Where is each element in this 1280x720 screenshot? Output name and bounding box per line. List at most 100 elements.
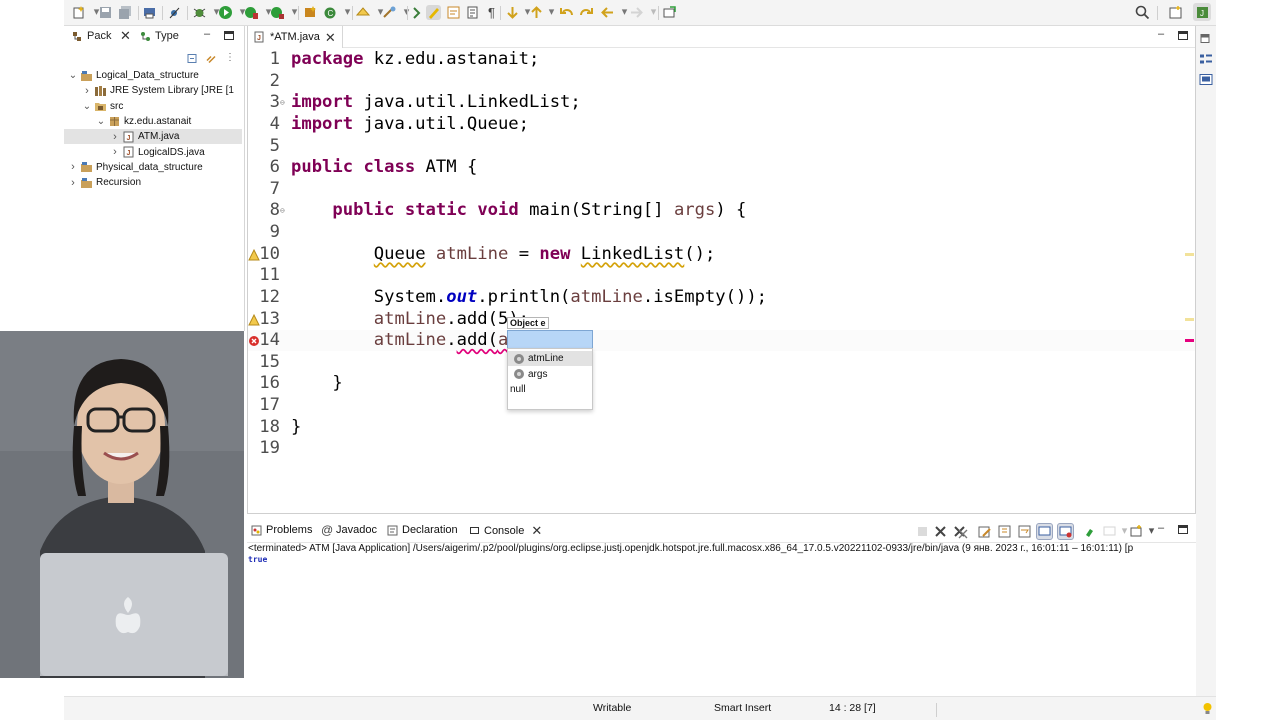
- tree-item[interactable]: ⌄ kz.edu.astanait: [64, 114, 242, 129]
- warning-icon[interactable]: [248, 313, 260, 326]
- coverage-icon[interactable]: [244, 5, 259, 20]
- word-wrap-icon[interactable]: [465, 5, 480, 20]
- forward-icon[interactable]: [629, 5, 644, 20]
- code-line[interactable]: 11: [248, 265, 1188, 286]
- code-line[interactable]: 14 atmLine.add(atmLine): [248, 330, 1188, 351]
- tip-lightbulb-icon[interactable]: [1200, 701, 1215, 716]
- new-java-package-icon[interactable]: [303, 5, 318, 20]
- next-annotation-icon[interactable]: [410, 5, 425, 20]
- maximize-icon[interactable]: [1178, 525, 1188, 534]
- chevron-right-icon[interactable]: ›: [82, 85, 92, 97]
- restore-icon[interactable]: [1199, 32, 1211, 44]
- code-line[interactable]: 4 import java.util.Queue;: [248, 114, 1188, 135]
- completion-item[interactable]: args: [508, 367, 592, 382]
- debug-icon[interactable]: [192, 5, 207, 20]
- code-line[interactable]: 9: [248, 222, 1188, 243]
- code-line[interactable]: 16 }: [248, 373, 1188, 394]
- code-line[interactable]: 6 public class ATM {: [248, 157, 1188, 178]
- chevron-right-icon[interactable]: ›: [68, 161, 78, 173]
- clear-console-icon[interactable]: [977, 524, 992, 539]
- tree-item[interactable]: ⌄ Logical_Data_structure: [64, 68, 242, 83]
- completion-item[interactable]: null: [508, 382, 592, 397]
- tree-item[interactable]: › Physical_data_structure: [64, 160, 242, 175]
- tree-item[interactable]: › J LogicalDS.java: [64, 145, 242, 160]
- close-icon[interactable]: ✕: [120, 29, 131, 42]
- collapse-all-icon[interactable]: [187, 52, 199, 64]
- external-tools-icon[interactable]: [270, 5, 285, 20]
- code-line[interactable]: 18}: [248, 417, 1188, 438]
- open-perspective-icon[interactable]: [1168, 5, 1183, 20]
- next-edit-icon[interactable]: [505, 5, 520, 20]
- console-output[interactable]: true: [248, 555, 267, 564]
- view-menu-icon[interactable]: ⋮: [225, 52, 235, 64]
- print-icon[interactable]: [142, 5, 157, 20]
- code-line[interactable]: 1 package kz.edu.astanait;: [248, 49, 1188, 70]
- terminate-icon[interactable]: [915, 524, 930, 539]
- save-all-icon[interactable]: [118, 5, 133, 20]
- chevron-right-icon[interactable]: ›: [110, 131, 120, 143]
- tab-console[interactable]: Console ✕: [469, 524, 542, 537]
- minimize-icon[interactable]: ‒: [1158, 29, 1168, 40]
- run-icon[interactable]: [218, 5, 233, 20]
- close-icon[interactable]: ✕: [325, 31, 336, 44]
- editor-tab-atm[interactable]: J *ATM.java ✕: [248, 26, 343, 48]
- overview-error-marker[interactable]: [1185, 339, 1194, 342]
- code-line[interactable]: 12 System.out.println(atmLine.isEmpty())…: [248, 287, 1188, 308]
- remove-all-terminated-icon[interactable]: [953, 524, 968, 539]
- skip-breakpoints-icon[interactable]: [167, 5, 182, 20]
- open-console-icon[interactable]: [1129, 524, 1144, 539]
- code-line[interactable]: 13 atmLine.add(5);: [248, 309, 1188, 330]
- tab-package-explorer[interactable]: Pack: [72, 30, 111, 42]
- tab-javadoc[interactable]: @ Javadoc: [321, 524, 377, 537]
- remove-launch-icon[interactable]: [933, 524, 948, 539]
- quick-access-search-icon[interactable]: [1135, 5, 1150, 20]
- overview-warning-marker[interactable]: [1185, 318, 1194, 321]
- chevron-down-icon[interactable]: ⌄: [68, 70, 78, 81]
- tree-item[interactable]: ⌄ src: [64, 99, 242, 114]
- chevron-right-icon[interactable]: ›: [110, 146, 120, 158]
- maximize-icon[interactable]: [1178, 31, 1188, 40]
- cursor-position-status[interactable]: 14 : 28 [7]: [829, 702, 876, 714]
- fold-toggle-icon[interactable]: ⊖: [280, 200, 285, 221]
- code-line[interactable]: 10 Queue atmLine = new LinkedList();: [248, 244, 1188, 265]
- back-icon[interactable]: [600, 5, 615, 20]
- completion-item[interactable]: atmLine: [508, 351, 592, 366]
- pin-console-icon[interactable]: [1082, 524, 1097, 539]
- search-icon[interactable]: [382, 5, 397, 20]
- task-list-icon[interactable]: [1199, 72, 1213, 86]
- code-line[interactable]: 7: [248, 179, 1188, 200]
- tab-type-hierarchy[interactable]: Type: [140, 30, 179, 42]
- scroll-lock-icon[interactable]: [997, 524, 1012, 539]
- code-line[interactable]: 19: [248, 438, 1188, 459]
- pin-editor-icon[interactable]: [662, 5, 677, 20]
- tab-declaration[interactable]: Declaration: [387, 524, 458, 536]
- code-line[interactable]: 8 ⊖ public static void main(String[] args…: [248, 200, 1188, 221]
- highlight-icon[interactable]: [426, 5, 441, 20]
- fold-toggle-icon[interactable]: ⊖: [280, 92, 285, 113]
- code-line[interactable]: 15: [248, 352, 1188, 373]
- close-icon[interactable]: ✕: [531, 524, 542, 537]
- word-wrap-icon[interactable]: [1017, 524, 1032, 539]
- new-icon[interactable]: [72, 5, 87, 20]
- chevron-right-icon[interactable]: ›: [68, 177, 78, 189]
- show-console-on-output-icon[interactable]: [1036, 523, 1053, 540]
- minimize-icon[interactable]: ‒: [1158, 523, 1168, 534]
- tree-item[interactable]: › JRE System Library [JRE [1: [64, 83, 242, 98]
- open-type-icon[interactable]: [356, 5, 371, 20]
- previous-edit-icon[interactable]: [529, 5, 544, 20]
- forward-icon[interactable]: [579, 5, 594, 20]
- new-java-class-icon[interactable]: C: [323, 5, 338, 20]
- code-line[interactable]: 3 ⊖ import java.util.LinkedList;: [248, 92, 1188, 113]
- link-with-editor-icon[interactable]: [205, 52, 217, 64]
- display-selected-console-icon[interactable]: [1102, 524, 1117, 539]
- maximize-icon[interactable]: [224, 31, 234, 40]
- code-line[interactable]: 17: [248, 395, 1188, 416]
- show-whitespace-icon[interactable]: ¶: [484, 5, 499, 20]
- error-icon[interactable]: [248, 335, 260, 347]
- insert-mode-status[interactable]: Smart Insert: [714, 702, 771, 714]
- tab-problems[interactable]: Problems: [251, 524, 312, 536]
- chevron-down-icon[interactable]: ▾: [1144, 524, 1159, 539]
- outline-icon[interactable]: [1199, 52, 1213, 66]
- back-icon[interactable]: [559, 5, 574, 20]
- code-line[interactable]: 5: [248, 136, 1188, 157]
